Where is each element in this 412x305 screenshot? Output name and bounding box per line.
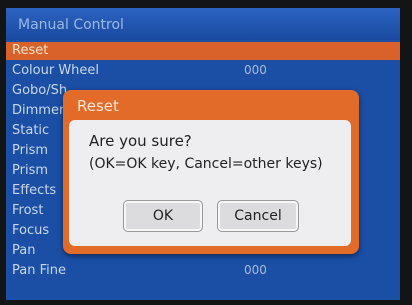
menu-item-label: Effects bbox=[12, 183, 57, 198]
menu-item-label: Prism bbox=[12, 143, 49, 158]
dialog-hint: (OK=OK key, Cancel=other keys) bbox=[89, 156, 323, 172]
menu-item-label: Static bbox=[12, 123, 50, 138]
menu-item-colour-wheel[interactable]: Colour Wheel 000 bbox=[6, 62, 400, 80]
dialog-body: Are you sure? (OK=OK key, Cancel=other k… bbox=[69, 120, 351, 246]
menu-item-label: Prism bbox=[12, 163, 49, 178]
menu-item-label: Frost bbox=[12, 203, 44, 218]
menu-item-label: Focus bbox=[12, 223, 50, 238]
menu-item-reset[interactable]: Reset bbox=[6, 42, 400, 60]
cancel-button[interactable]: Cancel bbox=[217, 200, 299, 232]
menu-item-label: Reset bbox=[12, 43, 49, 58]
menu-item-label: Dimmer bbox=[12, 103, 65, 118]
menu-item-value: 000 bbox=[244, 263, 267, 277]
dialog-title: Reset bbox=[77, 97, 119, 115]
window-title: Manual Control bbox=[18, 17, 124, 33]
ok-button[interactable]: OK bbox=[123, 200, 203, 232]
device-bezel: Manual Control Reset Colour Wheel 000 Go… bbox=[0, 0, 412, 305]
device-screen: Manual Control Reset Colour Wheel 000 Go… bbox=[6, 8, 400, 300]
menu-item-pan-fine[interactable]: Pan Fine 000 bbox=[6, 262, 400, 280]
title-bar: Manual Control bbox=[6, 8, 400, 40]
reset-dialog: Reset Are you sure? (OK=OK key, Cancel=o… bbox=[63, 90, 359, 254]
menu-item-value: 000 bbox=[244, 63, 267, 77]
dialog-message: Are you sure? bbox=[89, 132, 192, 150]
menu-item-label: Gobo/Sh bbox=[12, 83, 68, 98]
menu-item-label: Pan Fine bbox=[12, 263, 66, 278]
menu-item-label: Pan bbox=[12, 243, 36, 258]
menu-item-label: Colour Wheel bbox=[12, 63, 100, 78]
